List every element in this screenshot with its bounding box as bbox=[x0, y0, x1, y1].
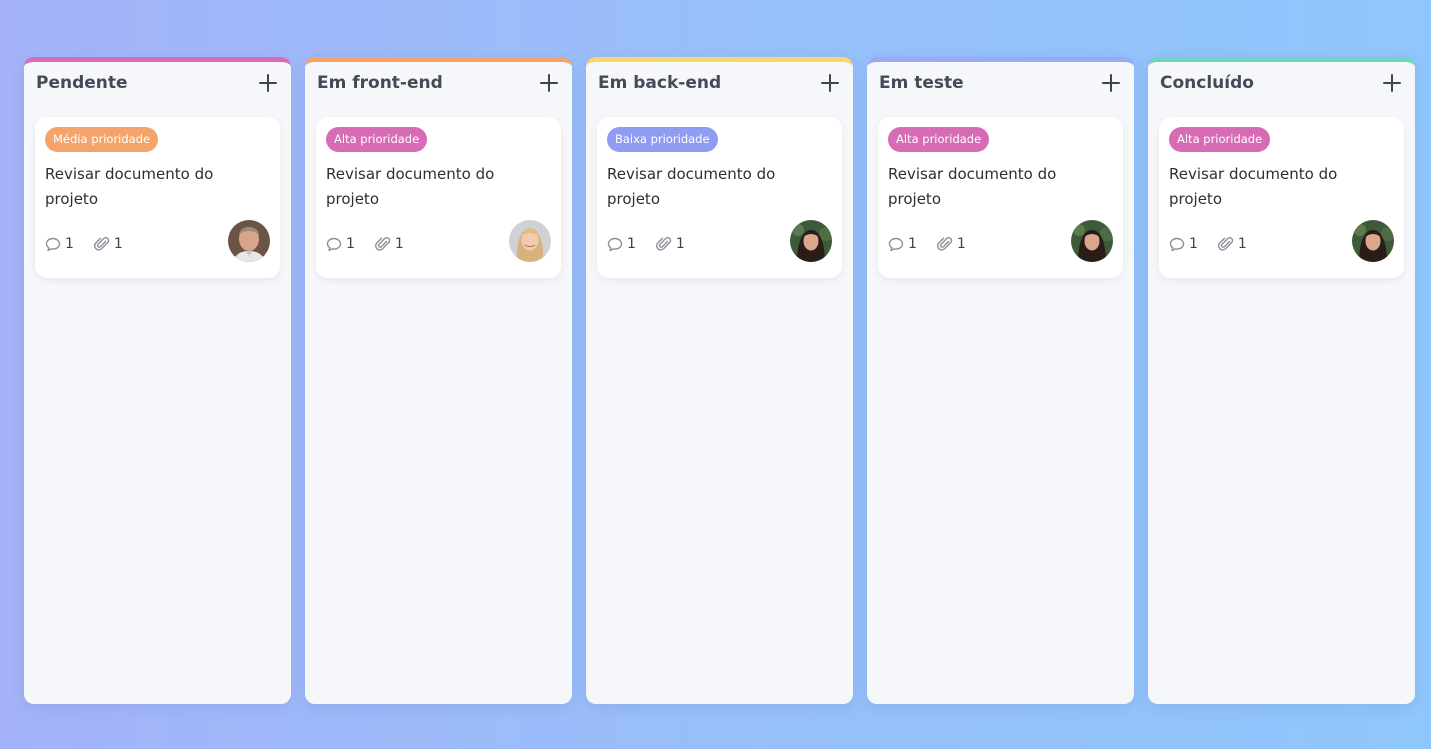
paperclip-icon bbox=[936, 236, 953, 252]
attachments-count-value: 1 bbox=[956, 236, 966, 252]
attachments-count-value: 1 bbox=[675, 236, 685, 252]
kanban-board: Pendente Média prioridade Revisar docume… bbox=[24, 57, 1415, 704]
card-footer: 1 1 bbox=[45, 220, 270, 262]
column-header: Em teste bbox=[878, 62, 1123, 104]
avatar-woman-icon[interactable] bbox=[1352, 220, 1394, 262]
task-card[interactable]: Alta prioridade Revisar documento do pro… bbox=[316, 117, 561, 278]
column-title: Pendente bbox=[36, 73, 128, 93]
comments-count-value: 1 bbox=[346, 236, 355, 252]
priority-badge: Média prioridade bbox=[45, 127, 159, 152]
column-header: Concluído bbox=[1159, 62, 1404, 104]
card-title: Revisar documento do projeto bbox=[888, 165, 1057, 208]
task-card[interactable]: Alta prioridade Revisar documento do pro… bbox=[878, 117, 1123, 278]
avatar-woman-icon[interactable] bbox=[790, 220, 832, 262]
card-meta: 1 1 bbox=[888, 236, 966, 252]
add-card-button[interactable] bbox=[1381, 72, 1403, 94]
comment-icon bbox=[1169, 237, 1185, 252]
comments-count-value: 1 bbox=[65, 236, 74, 252]
comments-count[interactable]: 1 bbox=[888, 236, 917, 252]
card-meta: 1 1 bbox=[45, 236, 123, 252]
card-footer: 1 1 bbox=[607, 220, 832, 262]
card-meta: 1 1 bbox=[1169, 236, 1247, 252]
card-footer: 1 1 bbox=[888, 220, 1113, 262]
card-title: Revisar documento do projeto bbox=[607, 165, 776, 208]
column-header: Pendente bbox=[35, 62, 280, 104]
paperclip-icon bbox=[1217, 236, 1234, 252]
avatar-woman-icon[interactable] bbox=[1071, 220, 1113, 262]
card-meta: 1 1 bbox=[326, 236, 404, 252]
avatar-man-icon[interactable] bbox=[228, 220, 270, 262]
column-header: Em front-end bbox=[316, 62, 561, 104]
comments-count[interactable]: 1 bbox=[45, 236, 74, 252]
card-title: Revisar documento do projeto bbox=[1169, 165, 1338, 208]
paperclip-icon bbox=[93, 236, 110, 252]
priority-badge: Baixa prioridade bbox=[607, 127, 718, 152]
task-card[interactable]: Média prioridade Revisar documento do pr… bbox=[35, 117, 280, 278]
attachments-count-value: 1 bbox=[113, 236, 123, 252]
card-footer: 1 1 bbox=[1169, 220, 1394, 262]
comments-count[interactable]: 1 bbox=[607, 236, 636, 252]
comment-icon bbox=[326, 237, 342, 252]
priority-badge: Alta prioridade bbox=[326, 127, 428, 152]
comments-count[interactable]: 1 bbox=[1169, 236, 1198, 252]
column-title: Concluído bbox=[1160, 73, 1254, 93]
comment-icon bbox=[45, 237, 61, 252]
card-title: Revisar documento do projeto bbox=[326, 165, 495, 208]
avatar-blonde-woman-icon[interactable] bbox=[509, 220, 551, 262]
attachments-count-value: 1 bbox=[1237, 236, 1247, 252]
comments-count-value: 1 bbox=[627, 236, 636, 252]
comments-count[interactable]: 1 bbox=[326, 236, 355, 252]
column-em-teste: Em teste Alta prioridade Revisar documen… bbox=[867, 57, 1134, 704]
comment-icon bbox=[888, 237, 904, 252]
task-card[interactable]: Alta prioridade Revisar documento do pro… bbox=[1159, 117, 1404, 278]
priority-badge: Alta prioridade bbox=[888, 127, 990, 152]
add-card-button[interactable] bbox=[819, 72, 841, 94]
column-concluido: Concluído Alta prioridade Revisar docume… bbox=[1148, 57, 1415, 704]
card-meta: 1 1 bbox=[607, 236, 685, 252]
attachments-count[interactable]: 1 bbox=[93, 236, 123, 252]
card-title: Revisar documento do projeto bbox=[45, 165, 214, 208]
add-card-button[interactable] bbox=[257, 72, 279, 94]
column-title: Em back-end bbox=[598, 73, 722, 93]
attachments-count[interactable]: 1 bbox=[1217, 236, 1247, 252]
card-footer: 1 1 bbox=[326, 220, 551, 262]
attachments-count[interactable]: 1 bbox=[374, 236, 404, 252]
comment-icon bbox=[607, 237, 623, 252]
comments-count-value: 1 bbox=[1189, 236, 1198, 252]
attachments-count[interactable]: 1 bbox=[655, 236, 685, 252]
attachments-count[interactable]: 1 bbox=[936, 236, 966, 252]
column-title: Em front-end bbox=[317, 73, 443, 93]
column-header: Em back-end bbox=[597, 62, 842, 104]
add-card-button[interactable] bbox=[1100, 72, 1122, 94]
column-title: Em teste bbox=[879, 73, 964, 93]
paperclip-icon bbox=[374, 236, 391, 252]
column-em-back-end: Em back-end Baixa prioridade Revisar doc… bbox=[586, 57, 853, 704]
column-pendente: Pendente Média prioridade Revisar docume… bbox=[24, 57, 291, 704]
paperclip-icon bbox=[655, 236, 672, 252]
task-card[interactable]: Baixa prioridade Revisar documento do pr… bbox=[597, 117, 842, 278]
priority-badge: Alta prioridade bbox=[1169, 127, 1271, 152]
add-card-button[interactable] bbox=[538, 72, 560, 94]
comments-count-value: 1 bbox=[908, 236, 917, 252]
attachments-count-value: 1 bbox=[394, 236, 404, 252]
column-em-front-end: Em front-end Alta prioridade Revisar doc… bbox=[305, 57, 572, 704]
